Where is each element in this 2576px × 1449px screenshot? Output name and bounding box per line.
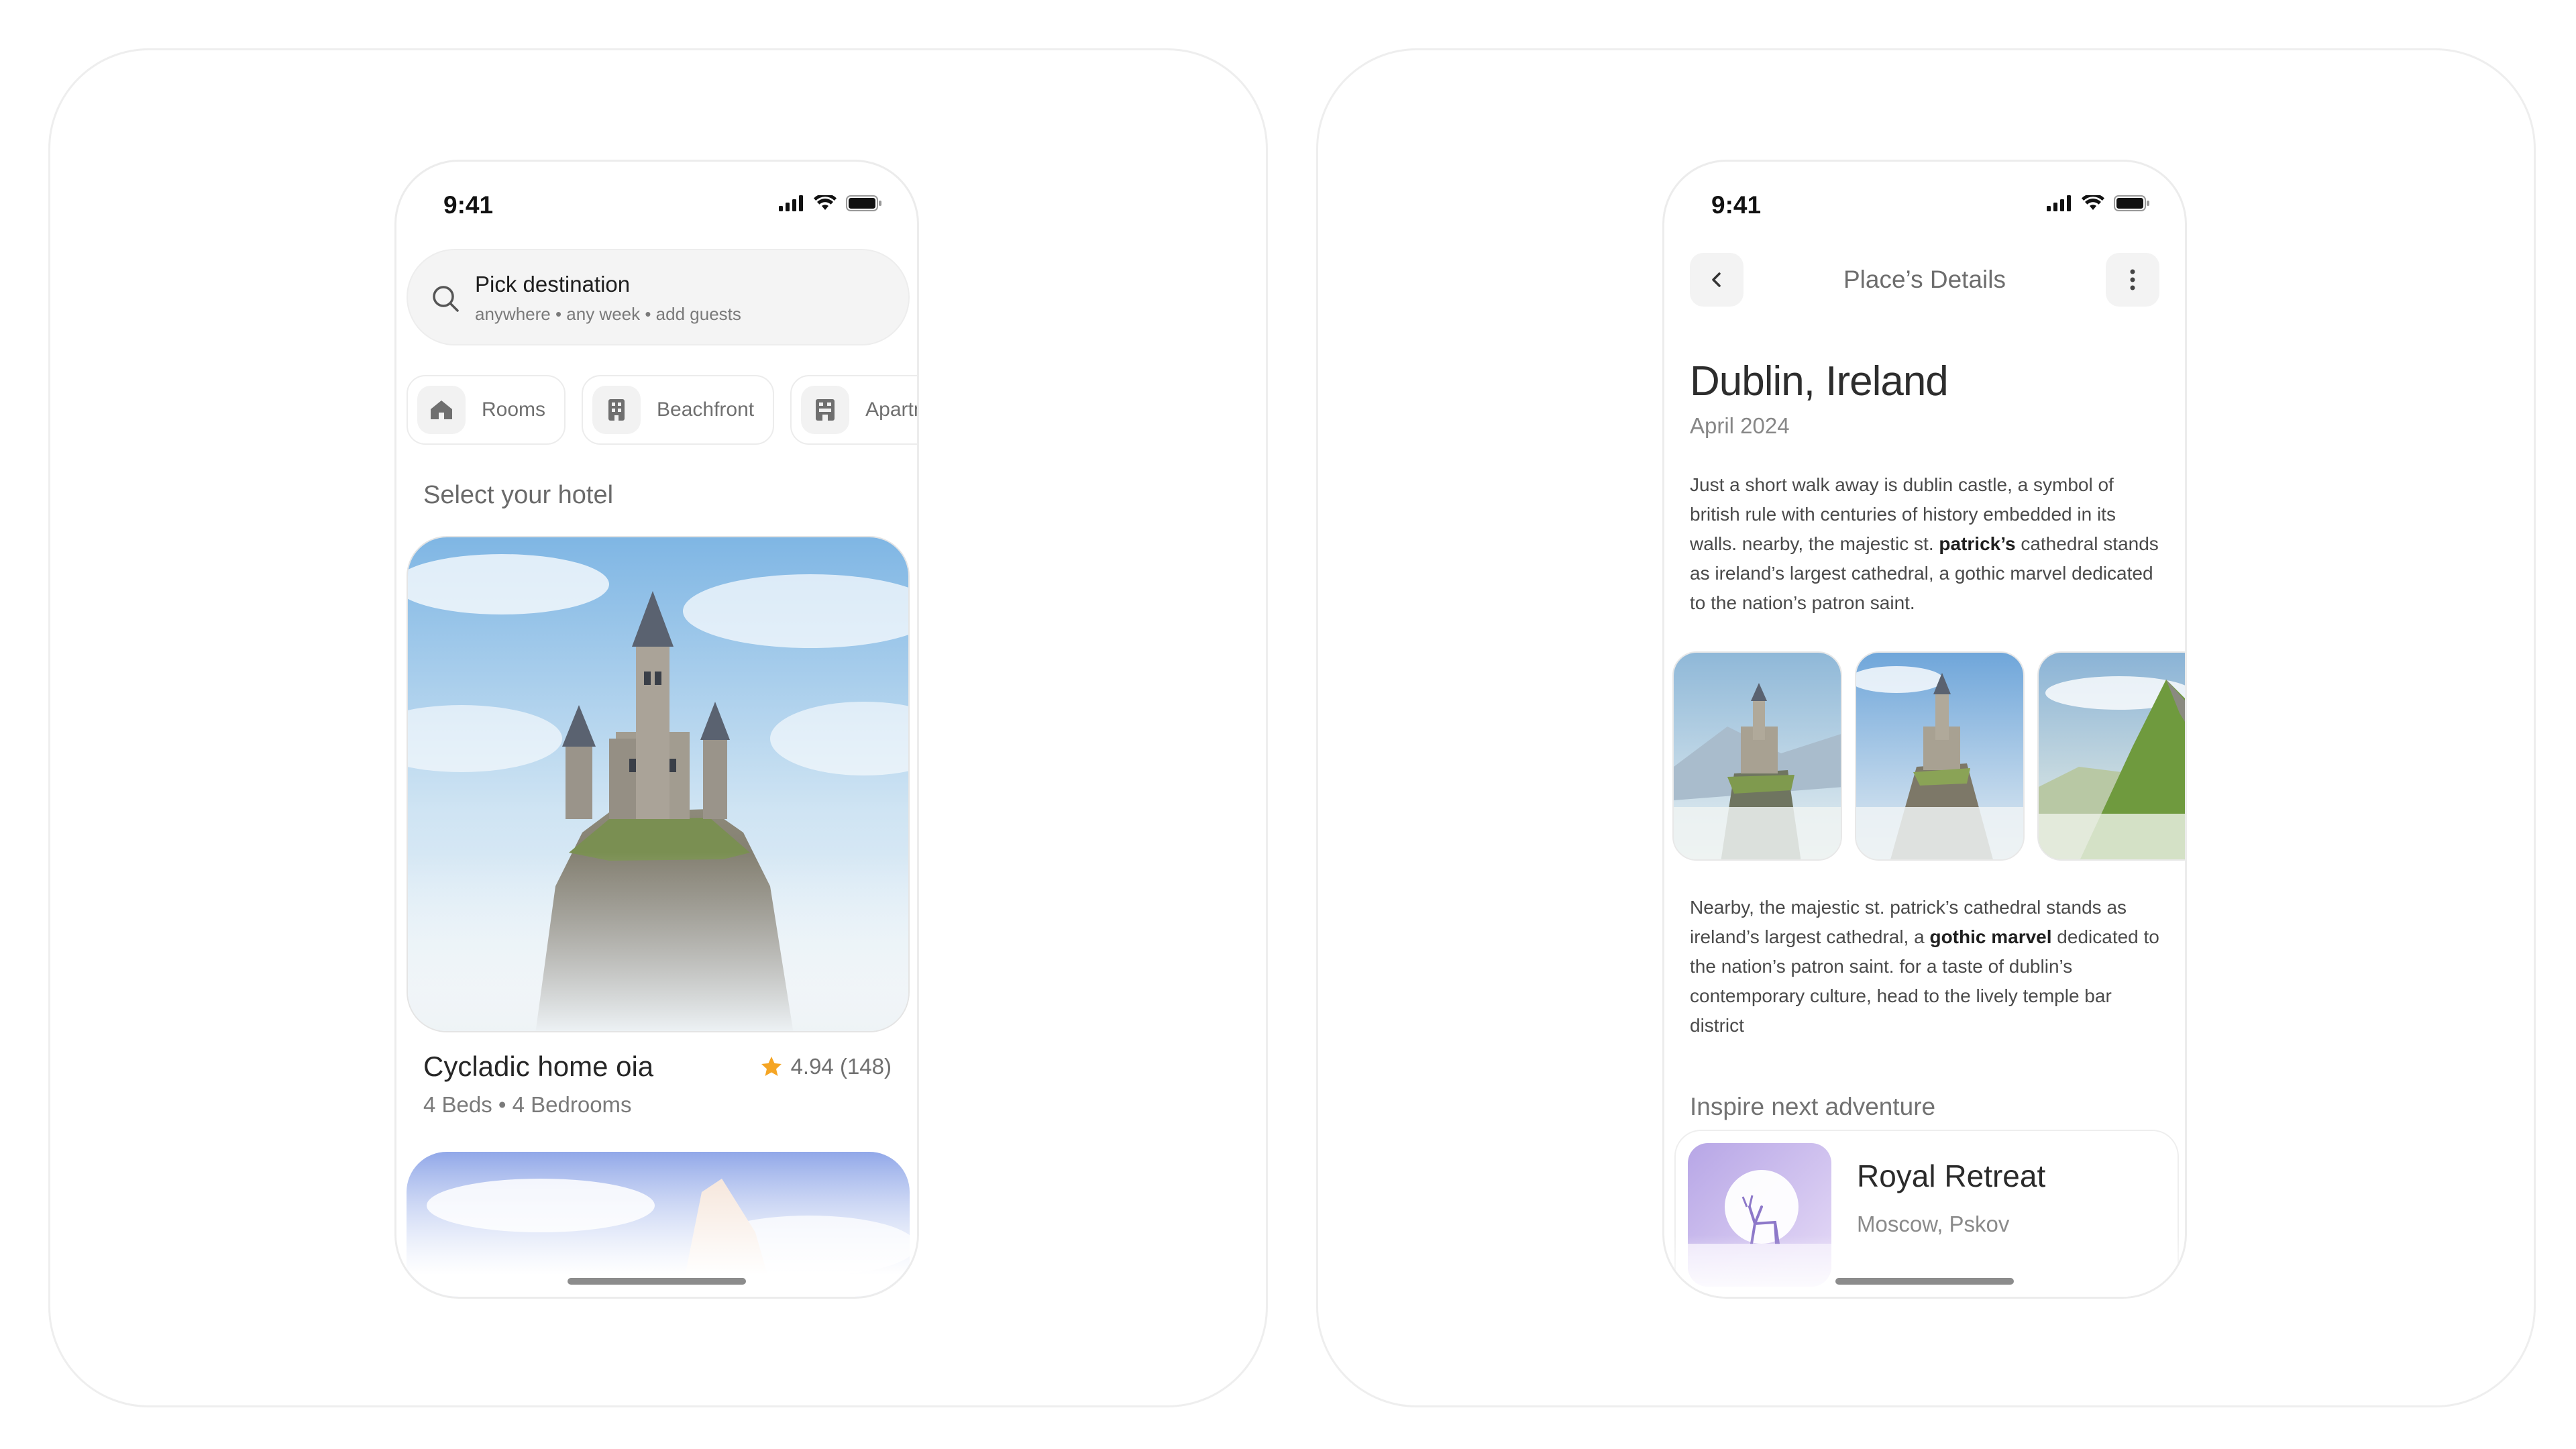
bold-text: patrick’s — [1939, 533, 2016, 554]
search-title: Pick destination — [475, 272, 631, 297]
wifi-icon — [2082, 195, 2104, 210]
scroll-fade — [396, 1149, 917, 1297]
more-vertical-icon — [2130, 269, 2135, 290]
category-label: Beachfront — [657, 398, 755, 421]
category-label: Apartments — [865, 398, 917, 421]
category-rooms[interactable]: Rooms — [407, 375, 566, 445]
place-title: Dublin, Ireland — [1690, 358, 1949, 405]
house-icon — [417, 386, 466, 434]
details-phone: 9:41 Place’s Details Dublin, Ireland Apr… — [1662, 160, 2187, 1299]
description-paragraph: Nearby, the majestic st. patrick’s cathe… — [1690, 893, 2167, 1040]
status-time: 9:41 — [443, 191, 494, 219]
gallery-image[interactable] — [1855, 651, 2025, 861]
battery-icon — [2114, 195, 2149, 211]
adventure-location: Moscow, Pskov — [1857, 1212, 2010, 1236]
hotel-image[interactable] — [407, 536, 910, 1032]
search-subtitle: anywhere • any week • add guests — [475, 304, 741, 324]
more-button[interactable] — [2106, 253, 2159, 307]
battery-icon — [846, 195, 881, 211]
listing-name: Cycladic home oia — [423, 1051, 654, 1082]
gallery-image[interactable] — [2037, 651, 2185, 861]
explore-phone: 9:41 Pick destination anywhere • any wee… — [394, 160, 919, 1299]
place-date: April 2024 — [1690, 413, 1790, 438]
left-showcase-panel: 9:41 Pick destination anywhere • any wee… — [48, 48, 1268, 1407]
listing-meta: 4 Beds • 4 Bedrooms — [423, 1092, 632, 1117]
search-icon — [433, 286, 459, 312]
bold-text: gothic marvel — [1929, 926, 2052, 947]
category-chips: Rooms Beachfront Apartments — [407, 375, 917, 445]
status-icons — [779, 195, 882, 211]
category-beachfront[interactable]: Beachfront — [582, 375, 775, 445]
home-indicator — [1835, 1278, 2014, 1285]
status-bar: 9:41 — [1664, 162, 2185, 249]
destination-search[interactable]: Pick destination anywhere • any week • a… — [407, 249, 910, 345]
signal-icon — [779, 195, 803, 211]
category-label: Rooms — [482, 398, 546, 421]
inspire-section-title: Inspire next adventure — [1690, 1093, 1936, 1120]
star-icon — [761, 1057, 782, 1076]
gallery-image[interactable] — [1672, 651, 1842, 861]
building-icon — [592, 386, 641, 434]
category-apartments[interactable]: Apartments — [790, 375, 917, 445]
photo-gallery — [1672, 651, 2185, 861]
listing-rating: 4.94 (148) — [760, 1054, 892, 1079]
description-paragraph: Just a short walk away is dublin castle,… — [1690, 470, 2167, 618]
signal-icon — [2047, 195, 2071, 211]
status-icons — [2047, 195, 2150, 211]
wifi-icon — [814, 195, 837, 210]
apartment-icon — [801, 386, 850, 434]
right-showcase-panel: 9:41 Place’s Details Dublin, Ireland Apr… — [1316, 48, 2536, 1407]
adventure-name: Royal Retreat — [1857, 1159, 2046, 1193]
status-time: 9:41 — [1711, 191, 1762, 219]
section-title: Select your hotel — [423, 481, 614, 509]
status-bar: 9:41 — [396, 162, 917, 249]
scroll-fade — [1664, 1235, 2185, 1297]
home-indicator — [568, 1278, 746, 1285]
rating-value: 4.94 (148) — [790, 1054, 892, 1079]
